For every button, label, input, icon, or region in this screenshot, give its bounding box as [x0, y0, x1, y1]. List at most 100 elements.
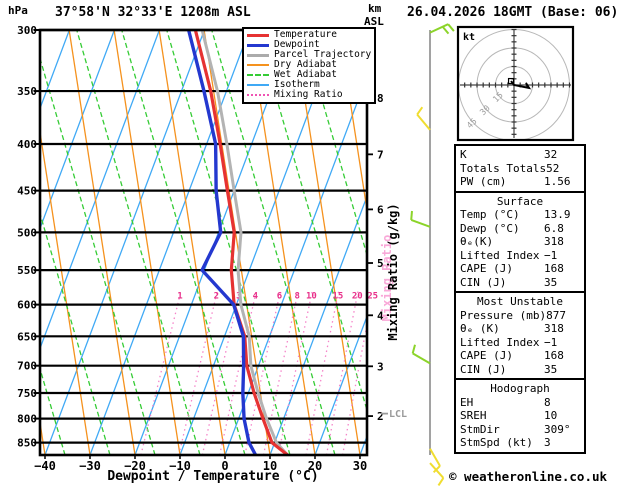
pressure-tick-label: 850 — [17, 437, 37, 450]
indices-section-title: Surface — [496, 194, 544, 208]
indices-row: θₑ(K) 318 — [460, 235, 580, 249]
km-tick-label: 6 — [377, 203, 384, 216]
index-value: 13.9 — [544, 208, 571, 221]
legend-line-sample — [247, 94, 269, 96]
index-label: CIN (J) — [460, 362, 507, 376]
wind-barb — [411, 344, 431, 365]
indices-row: CIN (J) 35 — [460, 363, 580, 377]
mixing-ratio-value-label: 25 — [367, 291, 378, 301]
index-label: CAPE (J) — [460, 262, 513, 275]
hodograph-ring-label: 45 — [465, 117, 479, 131]
index-label: CIN (J) — [460, 275, 507, 289]
hodograph: 153045 kt — [456, 25, 575, 142]
wind-barb-column — [410, 23, 455, 486]
index-value: 32 — [544, 148, 558, 161]
indices-panel: K 32 Totals Totals 52 PW (cm) 1.56 Surface Temp… — [454, 144, 586, 454]
indices-row: K 32 — [460, 148, 580, 162]
indices-row: PW (cm) 1.56 — [460, 175, 580, 189]
mixing-axis-label: Mixing Ratio (g/kg) — [386, 203, 400, 340]
indices-row: CAPE (J) 168 — [460, 349, 580, 363]
index-value: 168 — [544, 262, 564, 275]
index-value: 8 — [544, 395, 551, 409]
index-label: EH — [460, 395, 474, 409]
pressure-tick-label: 350 — [17, 85, 37, 98]
index-value: 52 — [546, 161, 560, 175]
index-value: 318 — [544, 235, 564, 248]
indices-row: SREH 10 — [460, 409, 580, 423]
indices-row: CIN (J) 35 — [460, 276, 580, 290]
temp-tick-label: −30 — [79, 459, 101, 473]
indices-section-title: Hodograph — [490, 382, 550, 395]
indices-row: Totals Totals 52 — [460, 162, 580, 176]
hodograph-unit-label: kt — [463, 32, 475, 43]
wet-adiabat-line — [121, 30, 246, 455]
index-label: θₑ (K) — [460, 322, 500, 335]
x-axis-title: Dewpoint / Temperature (°C) — [107, 469, 318, 484]
legend-line-sample — [247, 43, 269, 47]
index-label: PW (cm) — [460, 175, 507, 188]
pressure-tick-label: 750 — [17, 387, 37, 400]
index-value: 3 — [544, 436, 551, 449]
pressure-tick-label: 800 — [17, 413, 37, 426]
index-label: StmDir — [460, 422, 500, 436]
index-label: Temp (°C) — [460, 208, 520, 221]
indices-section: Hodograph EH 8 SREH 10 StmDir 309° StmSpd (kt) 3 — [454, 378, 586, 454]
index-value: 309° — [544, 422, 571, 436]
index-value: −1 — [544, 335, 558, 349]
index-value: 35 — [544, 275, 558, 289]
lcl-label: LCL — [389, 409, 407, 420]
temp-tick-label: −40 — [34, 459, 56, 473]
wind-barb — [410, 210, 431, 228]
indices-row: Dewp (°C) 6.8 — [460, 222, 580, 236]
index-value: 168 — [544, 349, 564, 362]
temp-tick-label: 30 — [353, 459, 367, 473]
chart-legend: Temperature Dewpoint Parcel Trajectory Dry … — [242, 27, 376, 104]
indices-row: CAPE (J) 168 — [460, 262, 580, 276]
copyright-text: © weatheronline.co.uk — [449, 469, 608, 484]
index-label: Lifted Index — [460, 248, 540, 262]
indices-row: Lifted Index −1 — [460, 249, 580, 263]
mixing-ratio-value-label: 2 — [214, 291, 219, 301]
index-label: K — [460, 148, 467, 161]
mixing-ratio-value-label: 6 — [277, 291, 282, 301]
index-label: Lifted Index — [460, 335, 540, 349]
indices-row: Pressure (mb) 877 — [460, 309, 580, 323]
pressure-tick-label: 400 — [17, 138, 37, 151]
pressure-tick-label: 550 — [17, 264, 37, 277]
index-value: 6.8 — [544, 221, 564, 235]
indices-section: Surface Temp (°C) 13.9 Dewp (°C) 6.8 θₑ(K) 318… — [454, 190, 586, 293]
legend-line-sample — [247, 64, 269, 66]
skewt-sounding-page: hPa 37°58'N 32°33'E 1208m ASL km ASL 26.… — [0, 0, 629, 486]
index-label: Totals Totals — [460, 161, 547, 175]
index-value: 877 — [546, 308, 566, 322]
index-label: θₑ(K) — [460, 235, 494, 248]
index-value: 10 — [544, 409, 558, 422]
indices-row: StmSpd (kt) 3 — [460, 436, 580, 450]
indices-row: Lifted Index −1 — [460, 336, 580, 350]
indices-section-title: Most Unstable — [476, 295, 564, 308]
index-value: 35 — [544, 362, 558, 376]
mixing-ratio-value-label: 1 — [177, 291, 182, 301]
legend-line-sample — [247, 33, 269, 37]
indices-row: EH 8 — [460, 396, 580, 410]
mixing-ratio-value-label: 10 — [306, 291, 317, 301]
index-value: 318 — [544, 322, 564, 335]
mixing-ratio-value-label: 20 — [352, 291, 363, 301]
wind-barb — [429, 462, 445, 486]
km-tick-label: 7 — [377, 148, 384, 161]
wind-barb — [429, 23, 455, 35]
index-label: Dewp (°C) — [460, 221, 520, 235]
pressure-tick-label: 700 — [17, 360, 37, 373]
index-label: StmSpd (kt) — [460, 436, 533, 449]
indices-section: Most Unstable Pressure (mb) 877 θₑ (K) 318 Li… — [454, 291, 586, 380]
legend-line-sample — [247, 84, 269, 86]
legend-line-sample — [247, 53, 269, 57]
index-label: CAPE (J) — [460, 349, 513, 362]
pressure-tick-label: 600 — [17, 299, 37, 312]
wet-adiabat-line — [40, 56, 156, 455]
wind-barb — [416, 106, 431, 131]
indices-row: StmDir 309° — [460, 423, 580, 437]
mixing-ratio-value-label: 8 — [295, 291, 300, 301]
index-value: 1.56 — [544, 175, 571, 188]
pressure-tick-label: 300 — [17, 24, 37, 37]
